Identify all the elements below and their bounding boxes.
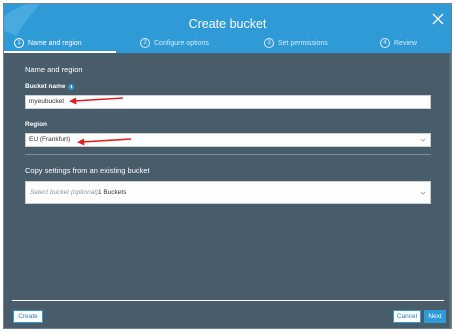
annotation-arrow-bucket-name <box>69 97 124 105</box>
cancel-button[interactable]: Cancel <box>393 310 421 323</box>
bucket-count: 1 Buckets <box>97 189 127 196</box>
section-divider <box>25 154 431 155</box>
info-icon[interactable] <box>68 83 75 90</box>
section-title: Name and region <box>25 65 83 74</box>
bucket-name-label-text: Bucket name <box>25 83 66 90</box>
tab-configure-options[interactable]: 2 Configure options <box>140 35 209 51</box>
next-button[interactable]: Next <box>424 310 446 323</box>
modal-title: Create bucket <box>188 17 267 31</box>
tab-review[interactable]: 4 Review <box>380 35 417 51</box>
scrollbar[interactable] <box>449 53 451 328</box>
create-button[interactable]: Create <box>13 310 43 323</box>
tab-name-and-region[interactable]: 1 Name and region <box>14 35 82 51</box>
step-number: 1 <box>14 38 24 48</box>
create-bucket-modal: Create bucket 1 Name and region 2 Config… <box>3 3 452 329</box>
region-select-value: EU (Frankfurt) <box>29 136 71 143</box>
footer-divider <box>12 300 444 301</box>
modal-header: Create bucket 1 Name and region 2 Config… <box>4 4 451 53</box>
step-label: Name and region <box>28 39 82 47</box>
step-number: 2 <box>140 38 150 48</box>
chevron-down-icon <box>420 138 426 142</box>
chevron-down-icon <box>420 191 426 195</box>
bucket-name-label: Bucket name <box>25 83 75 90</box>
step-number: 3 <box>264 38 274 48</box>
annotation-arrow-region <box>77 138 132 146</box>
wizard-steps: 1 Name and region 2 Configure options 3 … <box>4 35 451 51</box>
tab-set-permissions[interactable]: 3 Set permissions <box>264 35 328 51</box>
active-step-indicator <box>4 51 116 53</box>
step-label: Review <box>394 39 417 47</box>
region-label-text: Region <box>25 121 48 128</box>
step-number: 4 <box>380 38 390 48</box>
copy-bucket-placeholder: Select bucket (optional) <box>30 189 98 196</box>
step-label: Set permissions <box>278 39 328 47</box>
copy-bucket-select[interactable]: Select bucket (optional)1 Buckets <box>25 181 431 204</box>
step-label: Configure options <box>154 39 209 47</box>
region-label: Region <box>25 121 47 128</box>
copy-settings-title: Copy settings from an existing bucket <box>25 166 150 175</box>
close-icon[interactable] <box>431 12 445 26</box>
